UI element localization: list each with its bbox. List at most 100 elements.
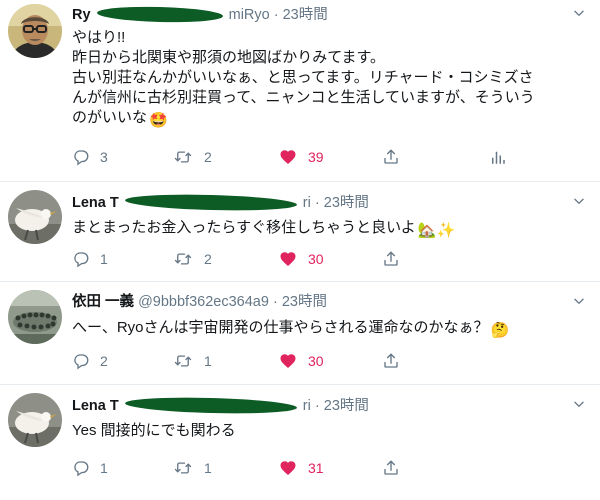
tweet-text-line: 古い別荘なんかがいいなぁ、と思ってます。リチャード・コシミズさ [72,69,534,86]
username[interactable]: miRyo [229,7,270,23]
reply-button[interactable]: 1 [72,457,108,479]
heart-icon [278,352,298,370]
reply-thread: Ry miRyo · 23時間 やはり!! 昨日から北関東や那須の地図ばかりみて… [0,0,600,500]
chevron-down-icon[interactable] [572,6,586,20]
redaction-mark [96,5,223,24]
house-sparkles-emoji: 🏡✨ [417,222,456,239]
heart-icon [278,148,298,166]
share-button[interactable] [382,350,410,372]
retweet-icon [172,352,194,370]
share-icon [382,148,400,166]
tweet-text: まとまったお金入ったらすぐ移住しちゃうと良いよ 🏡✨ [72,218,587,241]
tweet[interactable]: Lena T ri · 23時間 Yes 間接的にでも関わる 1 1 31 [0,385,600,500]
retweet-count: 1 [204,460,212,476]
like-button[interactable]: 30 [278,248,324,270]
like-count: 30 [308,251,324,267]
display-name[interactable]: 依田 一義 [72,294,134,310]
chevron-down-icon[interactable] [572,294,586,308]
tweet-text-tail: のがいいな [72,109,148,126]
retweet-button[interactable]: 1 [172,457,212,479]
reply-count: 2 [100,353,108,369]
tweet-text: Yes 間接的にでも関わる [72,421,587,441]
display-name[interactable]: Ry [72,7,91,23]
reply-button[interactable]: 3 [72,146,108,168]
like-button[interactable]: 39 [278,146,324,168]
share-button[interactable] [382,457,410,479]
tweet[interactable]: 依田 一義 @9bbbf362ec364a9 · 23時間 へー、Ryoさんは宇… [0,282,600,385]
bar-chart-icon [489,148,507,166]
retweet-icon [172,459,194,477]
timestamp[interactable]: 23時間 [324,195,369,211]
reply-button[interactable]: 1 [72,248,108,270]
thinking-face-emoji: 🤔 [490,322,510,339]
heart-icon [278,459,298,477]
share-button[interactable] [382,146,410,168]
tweet-text-content: へー、Ryoさんは宇宙開発の仕事やらされる運命なのかなぁ？ [72,319,489,336]
separator: · [273,7,279,23]
reply-count: 1 [100,251,108,267]
tweet-text-line: やはり!! [72,29,126,46]
timestamp[interactable]: 23時間 [282,294,327,310]
reply-count: 3 [100,149,108,165]
separator: · [314,398,320,414]
chevron-down-icon[interactable] [572,397,586,411]
tweet-text: やはり!! 昨日から北関東や那須の地図ばかりみてます。 古い別荘なんかがいいなぁ… [72,28,587,131]
redaction-mark [124,395,297,416]
tweet-header: 依田 一義 @9bbbf362ec364a9 · 23時間 [72,292,327,312]
profile-photo-white-bird[interactable] [8,393,62,447]
tweet-actions: 3 2 39 [72,146,582,168]
reply-icon [72,459,90,477]
share-button[interactable] [382,248,410,270]
profile-photo-white-bird[interactable] [8,190,62,244]
retweet-count: 2 [204,149,212,165]
tweet-text-line: のがいいな 🤩 [72,108,587,131]
reply-button[interactable]: 2 [72,350,108,372]
retweet-count: 1 [204,353,212,369]
like-button[interactable]: 30 [278,350,324,372]
timestamp[interactable]: 23時間 [324,398,369,414]
separator: · [314,195,320,211]
retweet-button[interactable]: 2 [172,248,212,270]
share-icon [382,352,400,370]
star-struck-emoji: 🤩 [149,112,168,129]
heart-icon [278,250,298,268]
reply-icon [72,250,90,268]
tweet[interactable]: Ry miRyo · 23時間 やはり!! 昨日から北関東や那須の地図ばかりみて… [0,0,600,182]
tweet-text-line: まとまったお金入ったらすぐ移住しちゃうと良いよ 🏡✨ [72,218,587,241]
retweet-button[interactable]: 1 [172,350,212,372]
username[interactable]: ri [303,398,311,414]
tweet-actions: 1 2 30 [72,248,582,270]
tweet-actions: 1 1 31 [72,457,582,479]
tweet-text-line: 昨日から北関東や那須の地図ばかりみてます。 [72,49,386,66]
like-count: 39 [308,149,324,165]
timestamp[interactable]: 23時間 [283,7,328,23]
tweet-text-line: Yes 間接的にでも関わる [72,422,236,439]
reply-icon [72,148,90,166]
username[interactable]: @9bbbf362ec364a9 [138,294,269,310]
separator: · [272,294,278,310]
share-icon [382,250,400,268]
like-count: 31 [308,460,324,476]
chevron-down-icon[interactable] [572,194,586,208]
reply-icon [72,352,90,370]
tweet-text-line: んが信州に古杉別荘買って、ニャンコと生活していますが、そういう [72,89,535,106]
tweet-text-line: へー、Ryoさんは宇宙開発の仕事やらされる運命なのかなぁ？ 🤔 [72,318,587,341]
retweet-icon [172,250,194,268]
tweet-header: Lena T ri · 23時間 [72,395,369,416]
retweet-button[interactable]: 2 [172,146,212,168]
tweet[interactable]: Lena T ri · 23時間 まとまったお金入ったらすぐ移住しちゃうと良いよ… [0,182,600,282]
profile-photo-crowd[interactable] [8,290,62,344]
profile-photo-man-glasses[interactable] [8,4,62,58]
username[interactable]: ri [303,195,311,211]
analytics-button[interactable] [489,146,517,168]
tweet-header: Lena T ri · 23時間 [72,192,369,213]
retweet-count: 2 [204,251,212,267]
tweet-header: Ry miRyo · 23時間 [72,4,328,25]
display-name[interactable]: Lena T [72,195,119,211]
tweet-text: へー、Ryoさんは宇宙開発の仕事やらされる運命なのかなぁ？ 🤔 [72,318,587,341]
like-count: 30 [308,353,324,369]
display-name[interactable]: Lena T [72,398,119,414]
like-button[interactable]: 31 [278,457,324,479]
retweet-icon [172,148,194,166]
tweet-actions: 2 1 30 [72,350,582,372]
